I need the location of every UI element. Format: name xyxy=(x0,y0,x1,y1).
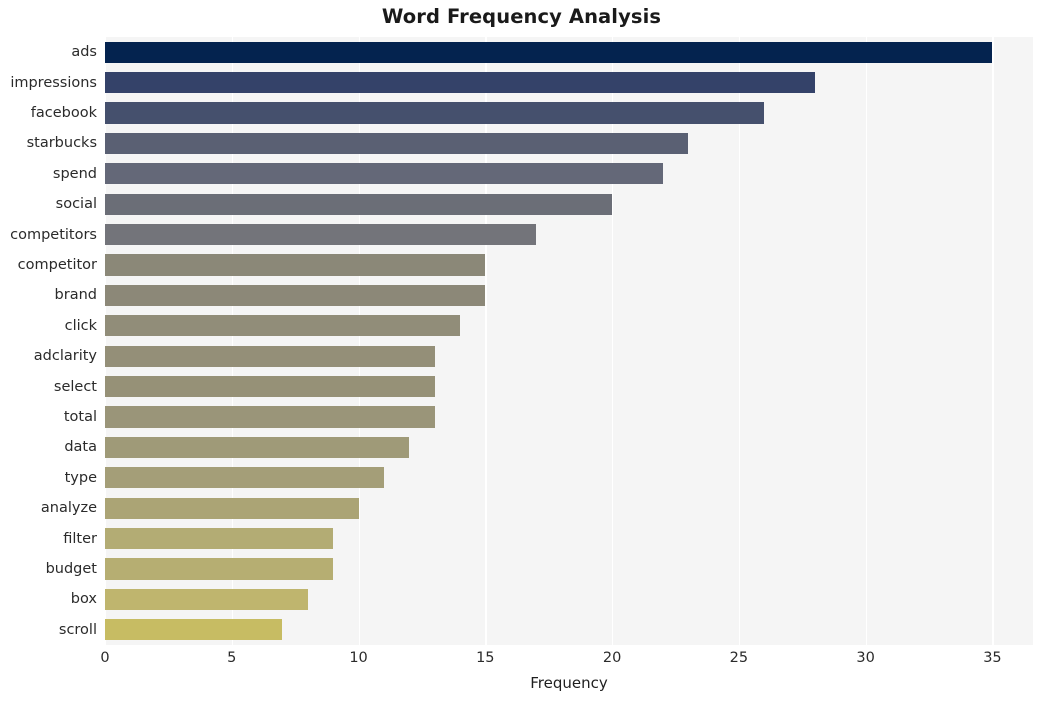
plot-area xyxy=(105,37,1033,645)
y-tick-label-adclarity: adclarity xyxy=(33,348,97,365)
bar-row xyxy=(105,128,1033,158)
bar-facebook xyxy=(105,102,765,124)
bar-competitor xyxy=(105,254,486,276)
bar-data xyxy=(105,436,410,458)
y-tick-label-analyze: analyze xyxy=(40,500,97,517)
y-tick-label-box: box xyxy=(70,591,97,608)
x-tick-label-5: 5 xyxy=(227,650,237,666)
bar-competitors xyxy=(105,223,537,246)
bar-row xyxy=(105,432,1033,462)
bar-budget xyxy=(105,558,334,580)
x-axis-tick-labels: 0 5 10 15 20 25 30 35 xyxy=(100,650,1033,672)
bar-analyze xyxy=(105,497,359,519)
bar-starbucks xyxy=(105,132,689,154)
y-tick-label-data: data xyxy=(64,439,97,456)
x-tick-label-10: 10 xyxy=(349,650,368,666)
bar-series xyxy=(105,37,1033,645)
bar-total xyxy=(105,406,435,428)
bar-scroll xyxy=(105,619,283,641)
y-tick-label-click: click xyxy=(64,317,97,334)
x-axis-label: Frequency xyxy=(530,674,608,692)
bar-row xyxy=(105,493,1033,523)
y-axis-tick-labels: ads impressions facebook starbucks spend soci… xyxy=(0,37,97,645)
bar-row xyxy=(105,463,1033,493)
y-tick-label-spend: spend xyxy=(52,165,97,182)
bar-row xyxy=(105,98,1033,128)
bar-row xyxy=(105,523,1033,553)
x-tick-label-35: 35 xyxy=(983,650,1002,666)
y-tick-label-competitor: competitor xyxy=(17,257,97,273)
y-tick-label-ads: ads xyxy=(71,44,97,61)
x-tick-label-20: 20 xyxy=(602,650,622,666)
y-tick-label-budget: budget xyxy=(45,561,97,577)
bar-row xyxy=(105,67,1033,97)
bar-row xyxy=(105,311,1033,341)
x-tick-label-0: 0 xyxy=(100,650,110,666)
page-title: Word Frequency Analysis xyxy=(381,5,662,28)
y-tick-label-competitors: competitors xyxy=(10,226,97,243)
chart-figure: Word Frequency Analysis ads impressions fa… xyxy=(0,0,1043,701)
bar-row xyxy=(105,280,1033,310)
bar-adclarity xyxy=(105,345,435,367)
x-tick-label-30: 30 xyxy=(856,650,875,666)
y-tick-label-starbucks: starbucks xyxy=(26,135,97,152)
x-tick-label-15: 15 xyxy=(476,650,495,666)
bar-spend xyxy=(105,163,663,185)
bar-ads xyxy=(105,41,993,63)
bar-row xyxy=(105,341,1033,371)
bar-row xyxy=(105,615,1033,645)
bar-select xyxy=(105,375,435,398)
y-tick-label-facebook: facebook xyxy=(30,105,97,121)
bar-row xyxy=(105,37,1033,67)
bar-row xyxy=(105,250,1033,280)
bar-row xyxy=(105,584,1033,614)
bar-type xyxy=(105,467,384,489)
bar-click xyxy=(105,315,460,337)
y-tick-label-impressions: impressions xyxy=(10,74,97,91)
bar-row xyxy=(105,402,1033,432)
y-tick-label-total: total xyxy=(63,409,97,425)
x-tick-label-25: 25 xyxy=(729,650,749,666)
bar-box xyxy=(105,588,308,610)
bar-filter xyxy=(105,527,334,550)
bar-row xyxy=(105,554,1033,584)
y-tick-label-social: social xyxy=(55,196,97,213)
bar-row xyxy=(105,159,1033,189)
y-tick-label-brand: brand xyxy=(54,287,97,304)
y-tick-label-select: select xyxy=(53,378,97,395)
y-tick-label-type: type xyxy=(64,469,97,486)
bar-row xyxy=(105,189,1033,219)
bar-social xyxy=(105,193,613,215)
bar-impressions xyxy=(105,71,815,94)
bar-row xyxy=(105,219,1033,249)
bar-row xyxy=(105,371,1033,401)
y-tick-label-scroll: scroll xyxy=(58,621,97,638)
bar-brand xyxy=(105,284,486,306)
y-tick-label-filter: filter xyxy=(63,530,97,547)
